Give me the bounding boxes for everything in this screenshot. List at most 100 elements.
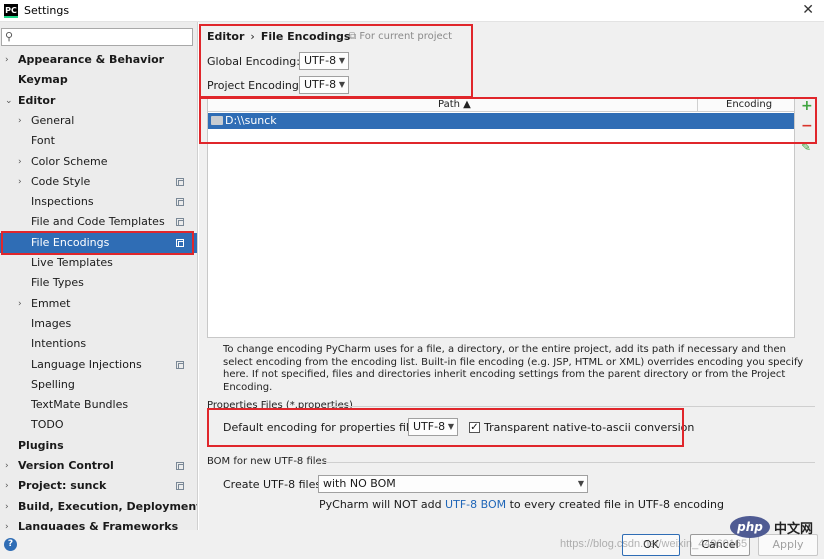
sidebar-item-label: Version Control [18, 459, 114, 472]
sidebar-item[interactable]: Font [0, 131, 197, 151]
sidebar-item[interactable]: TODO [0, 415, 197, 435]
sidebar-item[interactable]: File Encodings [0, 232, 197, 253]
sidebar-item-label: TODO [31, 418, 64, 432]
chevron-right-icon[interactable]: › [5, 50, 9, 70]
sidebar-item-label: Project: sunck [18, 479, 107, 493]
create-utf8-value: with NO BOM [323, 477, 396, 490]
php-cn-text: 中文网 [774, 522, 814, 537]
remove-icon[interactable]: − [801, 118, 813, 134]
sidebar-item[interactable]: Keymap [0, 70, 197, 90]
sidebar-item[interactable]: Live Templates [0, 253, 197, 273]
sidebar-item-label: Build, Execution, Deployment [18, 499, 198, 513]
column-encoding[interactable]: Encoding [726, 99, 772, 112]
chevron-right-icon[interactable]: › [18, 111, 22, 131]
sidebar-item-label: Code Style [31, 174, 91, 188]
sidebar-item[interactable]: Images [0, 314, 197, 334]
sidebar-item[interactable]: Language Injections [0, 355, 197, 375]
bom-note: PyCharm will NOT add UTF-8 BOM to every … [319, 498, 724, 511]
watermark-text: https://blog.csdn.net/weixin_44960165 [560, 538, 748, 550]
breadcrumb-current: File Encodings [260, 30, 351, 43]
global-encoding-label: Global Encoding: [207, 55, 300, 68]
properties-encoding-select[interactable]: UTF-8 ▼ [408, 418, 458, 436]
global-encoding-value: UTF-8 [304, 54, 337, 67]
sidebar-item[interactable]: › Project: sunck [0, 476, 197, 496]
sidebar-item[interactable]: Inspections [0, 192, 197, 212]
add-icon[interactable]: + [801, 98, 813, 114]
apply-button[interactable]: Apply [758, 534, 818, 556]
sidebar-item[interactable]: › General [0, 111, 197, 131]
sidebar-item[interactable]: Spelling [0, 375, 197, 395]
sidebar-item-label: Appearance & Behavior [18, 53, 165, 66]
sidebar-item-label: Font [31, 134, 55, 148]
sidebar-item[interactable]: File and Code Templates [0, 212, 197, 232]
sidebar-item-label: Inspections [31, 195, 94, 209]
project-scope-icon [176, 198, 184, 207]
create-utf8-label: Create UTF-8 files: [223, 478, 325, 491]
breadcrumb-separator: › [250, 30, 255, 43]
chevron-right-icon[interactable]: › [5, 517, 9, 530]
sidebar-item[interactable]: › Code Style [0, 172, 197, 192]
window-title: Settings [24, 4, 70, 17]
table-header: Path ▲ Encoding [208, 99, 794, 112]
sidebar-item[interactable]: › Color Scheme [0, 152, 197, 172]
sidebar-item-label: File and Code Templates [31, 215, 165, 229]
encoding-mappings-table[interactable]: Path ▲ Encoding D:\\sunck [207, 98, 795, 338]
project-scope-icon [176, 462, 184, 470]
sidebar-item-label: Color Scheme [31, 154, 108, 168]
sidebar-item[interactable]: Plugins [0, 436, 197, 456]
sidebar-item-label: Intentions [31, 337, 87, 351]
column-path[interactable]: Path ▲ [438, 99, 471, 112]
sidebar-item[interactable]: › Build, Execution, Deployment [0, 497, 198, 517]
chevron-right-icon[interactable]: › [18, 152, 22, 172]
sidebar-item-label: Images [31, 316, 72, 330]
project-scope-icon [176, 218, 184, 227]
chevron-right-icon[interactable]: › [5, 456, 9, 476]
help-text: To change encoding PyCharm uses for a fi… [223, 344, 804, 393]
sidebar-item[interactable]: Intentions [0, 334, 197, 354]
sidebar-item[interactable]: › Appearance & Behavior [0, 50, 197, 70]
scope-hint-text: For current project [359, 31, 453, 42]
sidebar-item[interactable]: › Emmet [0, 294, 197, 314]
pycharm-app-icon: PC [4, 3, 18, 18]
sidebar-item[interactable]: › Languages & Frameworks [0, 517, 197, 530]
php-logo: php [730, 516, 770, 538]
sidebar-item[interactable]: ⌄ Editor [0, 91, 197, 111]
help-icon[interactable]: ? [4, 538, 17, 551]
sidebar-item[interactable]: TextMate Bundles [0, 395, 197, 415]
chevron-down-icon: ▼ [577, 479, 584, 488]
utf8-bom-link[interactable]: UTF-8 BOM [445, 498, 506, 511]
chevron-down-icon: ▼ [338, 80, 345, 89]
sidebar-item[interactable]: File Types [0, 273, 197, 293]
project-scope-icon [176, 360, 184, 369]
sidebar-item-label: Languages & Frameworks [18, 519, 179, 530]
create-utf8-select[interactable]: with NO BOM ▼ [318, 475, 588, 493]
chevron-right-icon[interactable]: › [5, 497, 9, 517]
transparent-conversion-checkbox[interactable]: ✓ [469, 422, 480, 433]
edit-icon[interactable]: ✎ [801, 140, 811, 154]
section-divider [329, 406, 815, 407]
section-divider [315, 462, 815, 463]
chevron-right-icon[interactable]: › [18, 172, 22, 192]
project-encoding-value: UTF-8 [304, 78, 337, 91]
transparent-conversion-label: Transparent native-to-ascii conversion [484, 421, 695, 434]
bom-note-suffix: to every created file in UTF-8 encoding [506, 498, 724, 511]
column-divider[interactable] [697, 99, 698, 112]
chevron-right-icon[interactable]: › [5, 476, 9, 496]
global-encoding-select[interactable]: UTF-8 ▼ [299, 52, 349, 70]
search-input[interactable]: ⚲ [1, 28, 193, 46]
sidebar-item-label: Language Injections [31, 357, 142, 371]
properties-default-label: Default encoding for properties files: [223, 421, 426, 434]
close-icon[interactable]: ✕ [802, 2, 814, 18]
bom-section-title: BOM for new UTF-8 files [207, 456, 327, 467]
sidebar-item-label: Live Templates [31, 256, 113, 269]
project-encoding-select[interactable]: UTF-8 ▼ [299, 76, 349, 94]
table-row[interactable]: D:\\sunck [208, 113, 794, 129]
chevron-right-icon[interactable]: › [18, 294, 22, 314]
chevron-down-icon[interactable]: ⌄ [5, 91, 13, 111]
sidebar-item-label: File Encodings [31, 235, 110, 249]
title-bar: PC Settings ✕ [0, 0, 824, 22]
table-toolbar: + − ✎ [797, 98, 819, 178]
sidebar-item-label: Editor [18, 93, 56, 107]
sidebar-item[interactable]: › Version Control [0, 456, 197, 476]
project-encoding-label: Project Encoding: [207, 79, 303, 92]
